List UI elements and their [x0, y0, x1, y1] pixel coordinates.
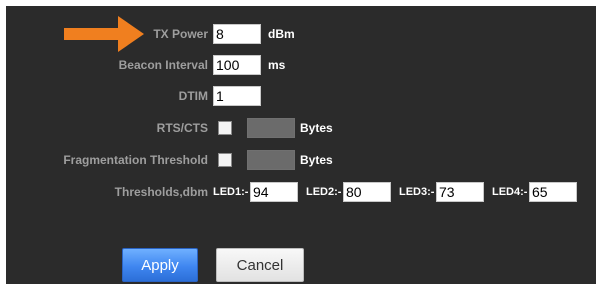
beacon-interval-input[interactable] [213, 55, 261, 75]
led3-input[interactable] [436, 182, 484, 202]
led3-label: LED3:- [399, 186, 435, 198]
dtim-input[interactable] [213, 86, 261, 106]
thresholds-label: Thresholds,dbm [114, 185, 208, 199]
fragmentation-threshold-checkbox[interactable] [218, 153, 232, 167]
led4-label: LED4:- [492, 186, 528, 198]
fragmentation-threshold-bytes-input[interactable] [247, 150, 295, 170]
rts-cts-unit: Bytes [300, 121, 333, 135]
beacon-interval-label: Beacon Interval [118, 58, 208, 72]
fragmentation-threshold-unit: Bytes [300, 153, 333, 167]
beacon-interval-unit: ms [268, 58, 286, 72]
led2-input[interactable] [343, 182, 391, 202]
fragmentation-threshold-label: Fragmentation Threshold [63, 153, 208, 167]
cancel-button[interactable]: Cancel [216, 248, 304, 282]
apply-button[interactable]: Apply [122, 248, 198, 282]
rts-cts-bytes-input[interactable] [247, 118, 295, 138]
tx-power-unit: dBm [268, 27, 295, 41]
arrow-right-icon [64, 16, 144, 52]
led1-label: LED1:- [213, 186, 249, 198]
dtim-label: DTIM [178, 89, 208, 103]
rts-cts-label: RTS/CTS [156, 121, 208, 135]
led1-input[interactable] [250, 182, 298, 202]
tx-power-input[interactable] [213, 24, 261, 44]
led4-input[interactable] [529, 182, 577, 202]
rts-cts-checkbox[interactable] [218, 121, 232, 135]
led2-label: LED2:- [306, 186, 342, 198]
